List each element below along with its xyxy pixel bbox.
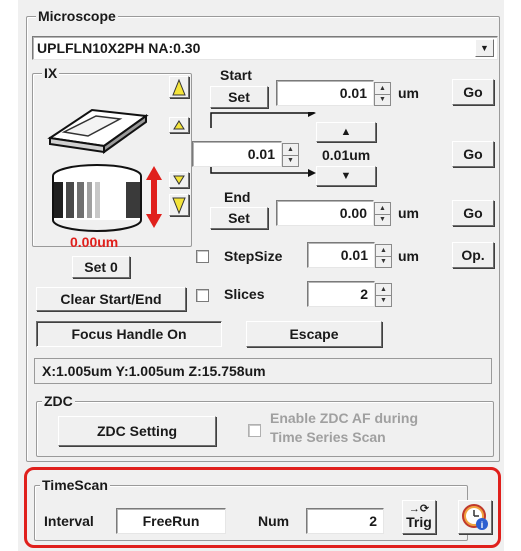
chevron-down-icon: ▼ xyxy=(480,43,489,53)
step-down-button[interactable]: ▼ xyxy=(316,166,376,186)
arrow-down-icon: ▼ xyxy=(340,170,352,182)
slices-spinner[interactable]: ▲ ▼ xyxy=(375,283,392,307)
spin-down-icon: ▼ xyxy=(283,154,298,167)
triangle-up-large-icon xyxy=(172,78,186,95)
spin-down-icon: ▼ xyxy=(376,294,391,307)
stage-objective-illustration xyxy=(47,108,162,232)
microscope-group-label: Microscope xyxy=(36,8,118,24)
focus-handle-toggle[interactable]: Focus Handle On xyxy=(36,321,222,347)
slices-label: Slices xyxy=(224,286,265,302)
triangle-down-small-icon xyxy=(173,175,185,185)
escape-button[interactable]: Escape xyxy=(246,321,382,347)
coarse-up-button[interactable] xyxy=(169,76,189,98)
slices-value-field[interactable]: 2 xyxy=(307,281,375,307)
zdc-af-label: Enable ZDC AF during Time Series Scan xyxy=(270,409,418,447)
step-go-button[interactable]: Go xyxy=(452,141,494,167)
end-set-button[interactable]: Set xyxy=(210,207,268,229)
end-value-field[interactable]: 0.00 xyxy=(276,200,374,226)
spin-up-icon: ▲ xyxy=(379,84,386,92)
end-spinner[interactable]: ▲ ▼ xyxy=(374,202,391,226)
objective-select[interactable]: UPLFLN10X2PH NA:0.30 xyxy=(32,36,498,60)
end-label: End xyxy=(224,189,251,205)
arrow-up-icon: ▲ xyxy=(340,126,352,138)
timescan-highlight xyxy=(24,467,501,548)
spin-down-icon: ▼ xyxy=(376,255,391,268)
spin-up-icon: ▲ xyxy=(287,145,294,153)
stepsize-label: StepSize xyxy=(224,248,283,264)
zdc-af-label-line1: Enable ZDC AF during xyxy=(270,410,419,426)
objective-dropdown-button[interactable]: ▼ xyxy=(475,39,494,57)
slices-value: 2 xyxy=(360,286,368,302)
step-up-button[interactable]: ▲ xyxy=(316,122,376,142)
step-value: 0.01 xyxy=(247,146,275,162)
stepsize-op-button[interactable]: Op. xyxy=(452,242,494,268)
zdc-af-checkbox[interactable] xyxy=(248,424,261,437)
start-value-field[interactable]: 0.01 xyxy=(276,80,374,106)
ix-group-label: IX xyxy=(42,65,60,81)
zdc-group-label: ZDC xyxy=(42,393,75,409)
fine-down-button[interactable] xyxy=(169,172,189,188)
triangle-up-small-icon xyxy=(173,120,185,130)
clear-start-end-button[interactable]: Clear Start/End xyxy=(36,287,186,311)
spin-up-icon: ▲ xyxy=(380,246,387,254)
start-unit: um xyxy=(398,85,419,101)
start-set-button[interactable]: Set xyxy=(210,86,268,108)
step-display: 0.01um xyxy=(322,147,371,163)
start-spinner[interactable]: ▲ ▼ xyxy=(374,82,391,106)
zdc-setting-button[interactable]: ZDC Setting xyxy=(58,416,216,446)
step-value-field[interactable]: 0.01 xyxy=(192,141,282,167)
start-go-button[interactable]: Go xyxy=(452,79,494,105)
objective-select-value: UPLFLN10X2PH NA:0.30 xyxy=(37,40,201,56)
end-unit: um xyxy=(398,205,419,221)
start-value: 0.01 xyxy=(339,85,367,101)
stepsize-spinner[interactable]: ▲ ▼ xyxy=(375,244,392,268)
stepsize-value-field[interactable]: 0.01 xyxy=(307,242,375,268)
spin-down-icon: ▼ xyxy=(375,213,390,226)
end-value: 0.00 xyxy=(339,205,367,221)
position-readout: 0.00um xyxy=(70,234,119,250)
focus-arrow-icon xyxy=(146,166,162,228)
spin-up-icon: ▲ xyxy=(380,285,387,293)
fine-up-button[interactable] xyxy=(169,117,189,133)
set0-button[interactable]: Set 0 xyxy=(72,256,130,278)
triangle-down-large-icon xyxy=(172,197,186,214)
stepsize-value: 0.01 xyxy=(340,247,368,263)
spin-up-icon: ▲ xyxy=(379,204,386,212)
spin-down-icon: ▼ xyxy=(375,93,390,106)
step-spinner[interactable]: ▲ ▼ xyxy=(282,143,299,167)
end-go-button[interactable]: Go xyxy=(452,200,494,226)
start-label: Start xyxy=(220,67,252,83)
stepsize-checkbox[interactable] xyxy=(196,250,209,263)
coordinates-readout: X:1.005um Y:1.005um Z:15.758um xyxy=(34,358,492,384)
zdc-af-label-line2: Time Series Scan xyxy=(270,429,386,445)
stepsize-unit: um xyxy=(398,248,419,264)
coarse-down-button[interactable] xyxy=(169,194,189,216)
slices-checkbox[interactable] xyxy=(196,289,209,302)
coordinates-text: X:1.005um Y:1.005um Z:15.758um xyxy=(42,363,266,379)
